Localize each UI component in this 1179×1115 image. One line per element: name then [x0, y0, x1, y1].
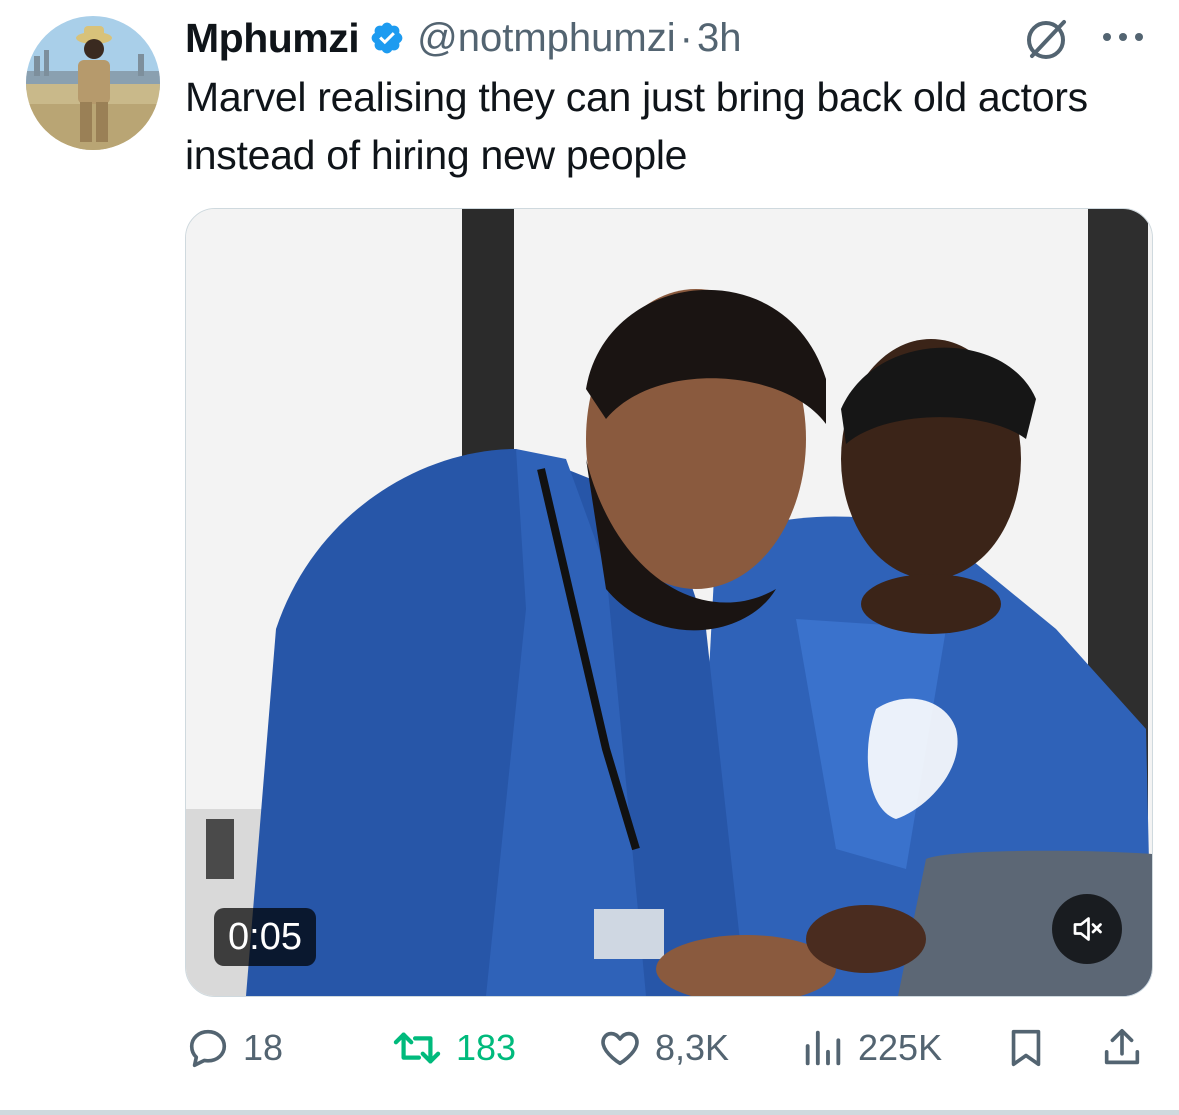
- views-button[interactable]: 225K: [800, 1018, 942, 1078]
- separator-dot: ·: [679, 15, 693, 60]
- video-frame: [186, 209, 1152, 996]
- action-bar: 18 183 8,3K 225K: [185, 1018, 1151, 1078]
- avatar-image: [26, 16, 160, 150]
- views-icon: [805, 1030, 841, 1066]
- like-button[interactable]: 8,3K: [597, 1018, 729, 1078]
- heart-icon: [601, 1031, 639, 1066]
- video-player[interactable]: 0:05: [185, 208, 1153, 997]
- reply-count: 18: [243, 1027, 284, 1068]
- divider: [0, 1110, 1179, 1115]
- grok-icon[interactable]: [1020, 14, 1072, 66]
- speaker-muted-icon: [1073, 917, 1102, 941]
- timestamp[interactable]: 3h: [697, 16, 742, 61]
- bookmark-icon: [1011, 1029, 1041, 1067]
- views-count: 225K: [858, 1027, 943, 1068]
- repost-icon: [393, 1032, 441, 1064]
- more-icon[interactable]: [1098, 20, 1148, 54]
- reply-icon: [189, 1029, 227, 1068]
- reply-button[interactable]: 18: [185, 1018, 283, 1078]
- repost-count: 183: [456, 1027, 517, 1068]
- avatar[interactable]: [26, 16, 160, 150]
- bookmark-button[interactable]: [1003, 1018, 1049, 1078]
- tweet-text: Marvel realising they can just bring bac…: [185, 74, 1088, 178]
- handle[interactable]: @notmphumzi: [417, 16, 675, 61]
- share-button[interactable]: [1099, 1018, 1145, 1078]
- video-duration: 0:05: [214, 908, 316, 966]
- repost-button[interactable]: 183: [390, 1018, 516, 1078]
- display-name[interactable]: Mphumzi: [185, 15, 360, 62]
- like-count: 8,3K: [655, 1027, 730, 1068]
- mute-button[interactable]: [1052, 894, 1122, 964]
- share-icon: [1104, 1028, 1140, 1065]
- tweet-header: Mphumzi @notmphumzi · 3h: [185, 8, 741, 68]
- verified-badge-icon: [371, 22, 403, 54]
